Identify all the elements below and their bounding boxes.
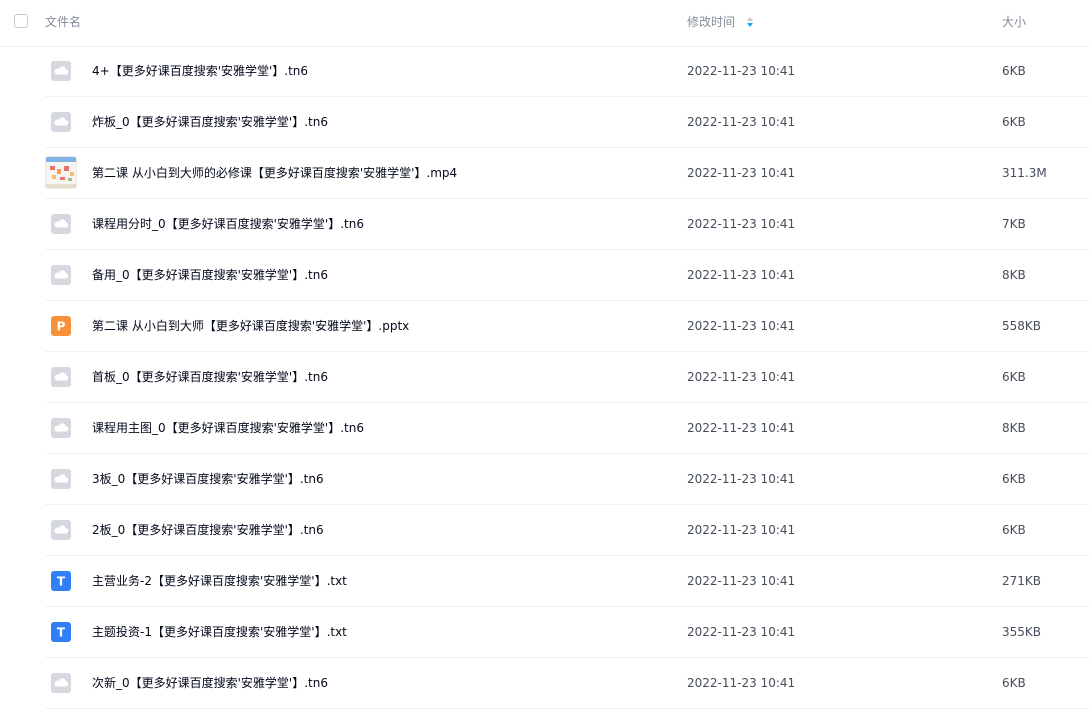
table-row[interactable]: 课程用分时_0【更多好课百度搜索'安雅学堂'】.tn6 2022-11-23 10…	[45, 199, 1090, 250]
generic-file-icon	[51, 520, 71, 540]
file-modified-time: 2022-11-23 10:41	[687, 166, 796, 180]
file-name[interactable]: 主营业务-2【更多好课百度搜索'安雅学堂'】.txt	[92, 573, 347, 589]
table-header: 文件名 修改时间 大小	[0, 0, 1090, 47]
file-modified-time: 2022-11-23 10:41	[687, 370, 796, 384]
generic-file-icon	[51, 469, 71, 489]
column-header-size[interactable]: 大小	[1002, 14, 1026, 30]
file-name[interactable]: 主题投资-1【更多好课百度搜索'安雅学堂'】.txt	[92, 624, 347, 640]
file-modified-time: 2022-11-23 10:41	[687, 421, 796, 435]
file-name[interactable]: 炸板_0【更多好课百度搜索'安雅学堂'】.tn6	[92, 114, 328, 130]
file-size: 355KB	[1002, 625, 1042, 639]
generic-file-icon	[51, 112, 71, 132]
column-header-modified-time[interactable]: 修改时间	[687, 14, 735, 30]
pptx-file-icon: P	[51, 316, 71, 336]
txt-file-icon: T	[51, 571, 71, 591]
svg-text:P: P	[57, 320, 66, 334]
txt-file-icon: T	[51, 622, 71, 642]
file-name[interactable]: 2板_0【更多好课百度搜索'安雅学堂'】.tn6	[92, 522, 324, 538]
table-row[interactable]: 课程用主图_0【更多好课百度搜索'安雅学堂'】.tn6 2022-11-23 10…	[45, 403, 1090, 454]
video-thumbnail	[45, 156, 77, 189]
table-row[interactable]: 炸板_0【更多好课百度搜索'安雅学堂'】.tn6 2022-11-23 10:41…	[45, 97, 1090, 148]
table-row[interactable]: 2板_0【更多好课百度搜索'安雅学堂'】.tn6 2022-11-23 10:41…	[45, 505, 1090, 556]
file-name[interactable]: 第二课 从小白到大师【更多好课百度搜索'安雅学堂'】.pptx	[92, 318, 409, 334]
file-list-table: 文件名 修改时间 大小 4+【更多好课百度搜索'安雅学堂'】.tn6 2022-1…	[0, 0, 1090, 712]
file-modified-time: 2022-11-23 10:41	[687, 319, 796, 333]
file-name[interactable]: 次新_0【更多好课百度搜索'安雅学堂'】.tn6	[92, 675, 328, 691]
file-modified-time: 2022-11-23 10:41	[687, 64, 796, 78]
file-modified-time: 2022-11-23 10:41	[687, 574, 796, 588]
table-row[interactable]: 4+【更多好课百度搜索'安雅学堂'】.tn6 2022-11-23 10:41 6K…	[45, 46, 1090, 97]
file-modified-time: 2022-11-23 10:41	[687, 115, 796, 129]
table-row[interactable]: 第二课 从小白到大师的必修课【更多好课百度搜索'安雅学堂'】.mp4 2022-1…	[45, 148, 1090, 199]
table-row[interactable]: 首板_0【更多好课百度搜索'安雅学堂'】.tn6 2022-11-23 10:41…	[45, 352, 1090, 403]
svg-text:T: T	[57, 575, 66, 589]
generic-file-icon	[51, 61, 71, 81]
file-size: 8KB	[1002, 421, 1026, 435]
file-name[interactable]: 备用_0【更多好课百度搜索'安雅学堂'】.tn6	[92, 267, 328, 283]
table-row[interactable]: 备用_0【更多好课百度搜索'安雅学堂'】.tn6 2022-11-23 10:41…	[45, 250, 1090, 301]
generic-file-icon	[51, 214, 71, 234]
file-modified-time: 2022-11-23 10:41	[687, 523, 796, 537]
file-name[interactable]: 第二课 从小白到大师的必修课【更多好课百度搜索'安雅学堂'】.mp4	[92, 165, 457, 181]
file-size: 8KB	[1002, 268, 1026, 282]
file-size: 6KB	[1002, 370, 1026, 384]
file-name[interactable]: 首板_0【更多好课百度搜索'安雅学堂'】.tn6	[92, 369, 328, 385]
table-row[interactable]: P 第二课 从小白到大师【更多好课百度搜索'安雅学堂'】.pptx 2022-11-…	[45, 301, 1090, 352]
file-name[interactable]: 3板_0【更多好课百度搜索'安雅学堂'】.tn6	[92, 471, 324, 487]
file-name[interactable]: 课程用分时_0【更多好课百度搜索'安雅学堂'】.tn6	[92, 216, 364, 232]
table-row[interactable]: T 主题投资-1【更多好课百度搜索'安雅学堂'】.txt 2022-11-23 10…	[45, 607, 1090, 658]
file-size: 6KB	[1002, 676, 1026, 690]
svg-text:T: T	[57, 626, 66, 640]
column-header-name[interactable]: 文件名	[45, 14, 81, 30]
file-modified-time: 2022-11-23 10:41	[687, 472, 796, 486]
file-size: 6KB	[1002, 472, 1026, 486]
generic-file-icon	[51, 265, 71, 285]
file-size: 558KB	[1002, 319, 1042, 333]
file-name[interactable]: 4+【更多好课百度搜索'安雅学堂'】.tn6	[92, 63, 308, 79]
file-size: 7KB	[1002, 217, 1026, 231]
file-name[interactable]: 课程用主图_0【更多好课百度搜索'安雅学堂'】.tn6	[92, 420, 364, 436]
file-size: 311.3M	[1002, 166, 1047, 180]
file-size: 271KB	[1002, 574, 1042, 588]
file-size: 6KB	[1002, 115, 1026, 129]
generic-file-icon	[51, 367, 71, 387]
file-size: 6KB	[1002, 523, 1026, 537]
table-row[interactable]: 3板_0【更多好课百度搜索'安雅学堂'】.tn6 2022-11-23 10:41…	[45, 454, 1090, 505]
table-row[interactable]: 次新_0【更多好课百度搜索'安雅学堂'】.tn6 2022-11-23 10:41…	[45, 658, 1090, 709]
generic-file-icon	[51, 673, 71, 693]
file-modified-time: 2022-11-23 10:41	[687, 217, 796, 231]
file-modified-time: 2022-11-23 10:41	[687, 268, 796, 282]
file-modified-time: 2022-11-23 10:41	[687, 676, 796, 690]
table-row[interactable]: T 主营业务-2【更多好课百度搜索'安雅学堂'】.txt 2022-11-23 10…	[45, 556, 1090, 607]
select-all-checkbox[interactable]	[14, 14, 28, 28]
file-modified-time: 2022-11-23 10:41	[687, 625, 796, 639]
file-size: 6KB	[1002, 64, 1026, 78]
generic-file-icon	[51, 418, 71, 438]
sort-icon[interactable]	[746, 15, 754, 29]
